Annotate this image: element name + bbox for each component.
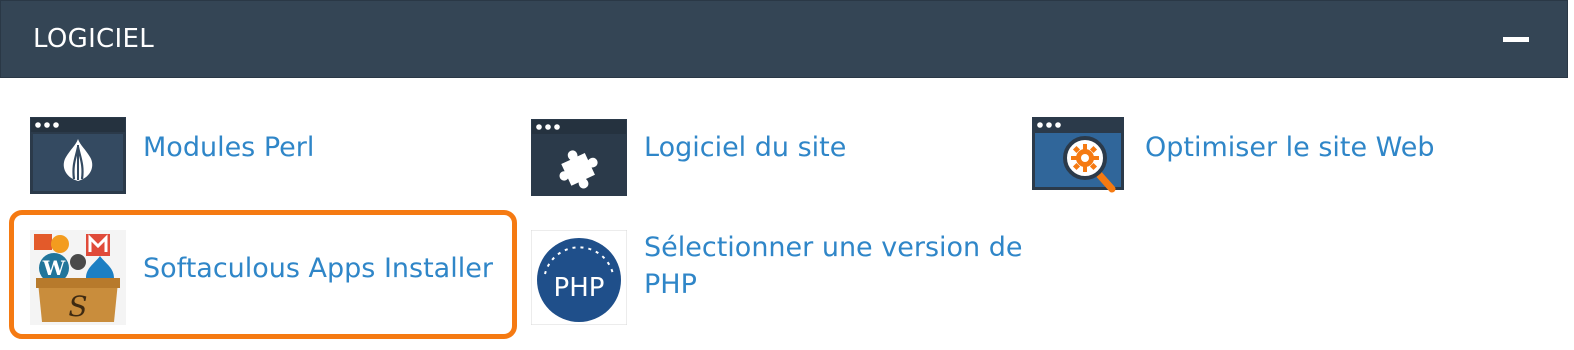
panel-header[interactable]: LOGICIEL	[0, 0, 1568, 78]
softaculous-box-icon: W S	[30, 230, 126, 325]
minus-icon[interactable]	[1503, 37, 1529, 42]
onion-icon	[30, 117, 126, 194]
panel-title: LOGICIEL	[33, 24, 154, 54]
item-optimize-website-label: Optimiser le site Web	[1145, 132, 1435, 163]
item-select-php-version[interactable]: PHP Sélectionner une version de PHP	[531, 230, 1031, 325]
item-select-php-version-label-line1: Sélectionner une version de	[644, 232, 1023, 263]
item-site-software[interactable]: Logiciel du site	[531, 119, 951, 196]
item-perl-modules-label: Modules Perl	[143, 132, 315, 163]
magnifier-gear-icon	[1032, 117, 1124, 193]
svg-text:PHP: PHP	[554, 273, 605, 303]
item-optimize-website[interactable]: Optimiser le site Web	[1032, 117, 1452, 194]
item-site-software-label: Logiciel du site	[644, 132, 847, 163]
puzzle-icon	[531, 119, 627, 196]
php-gauge-icon: PHP	[531, 230, 627, 325]
item-perl-modules[interactable]: Modules Perl	[30, 117, 450, 194]
item-softaculous-label: Softaculous Apps Installer	[143, 253, 493, 284]
item-select-php-version-label-line2: PHP	[644, 269, 697, 300]
svg-text:S: S	[68, 290, 87, 323]
item-softaculous[interactable]: W S Softaculous Apps Installer	[30, 230, 500, 325]
svg-text:W: W	[42, 256, 66, 280]
software-panel: LOGICIEL Modules Perl Logiciel du site O…	[0, 0, 1574, 350]
